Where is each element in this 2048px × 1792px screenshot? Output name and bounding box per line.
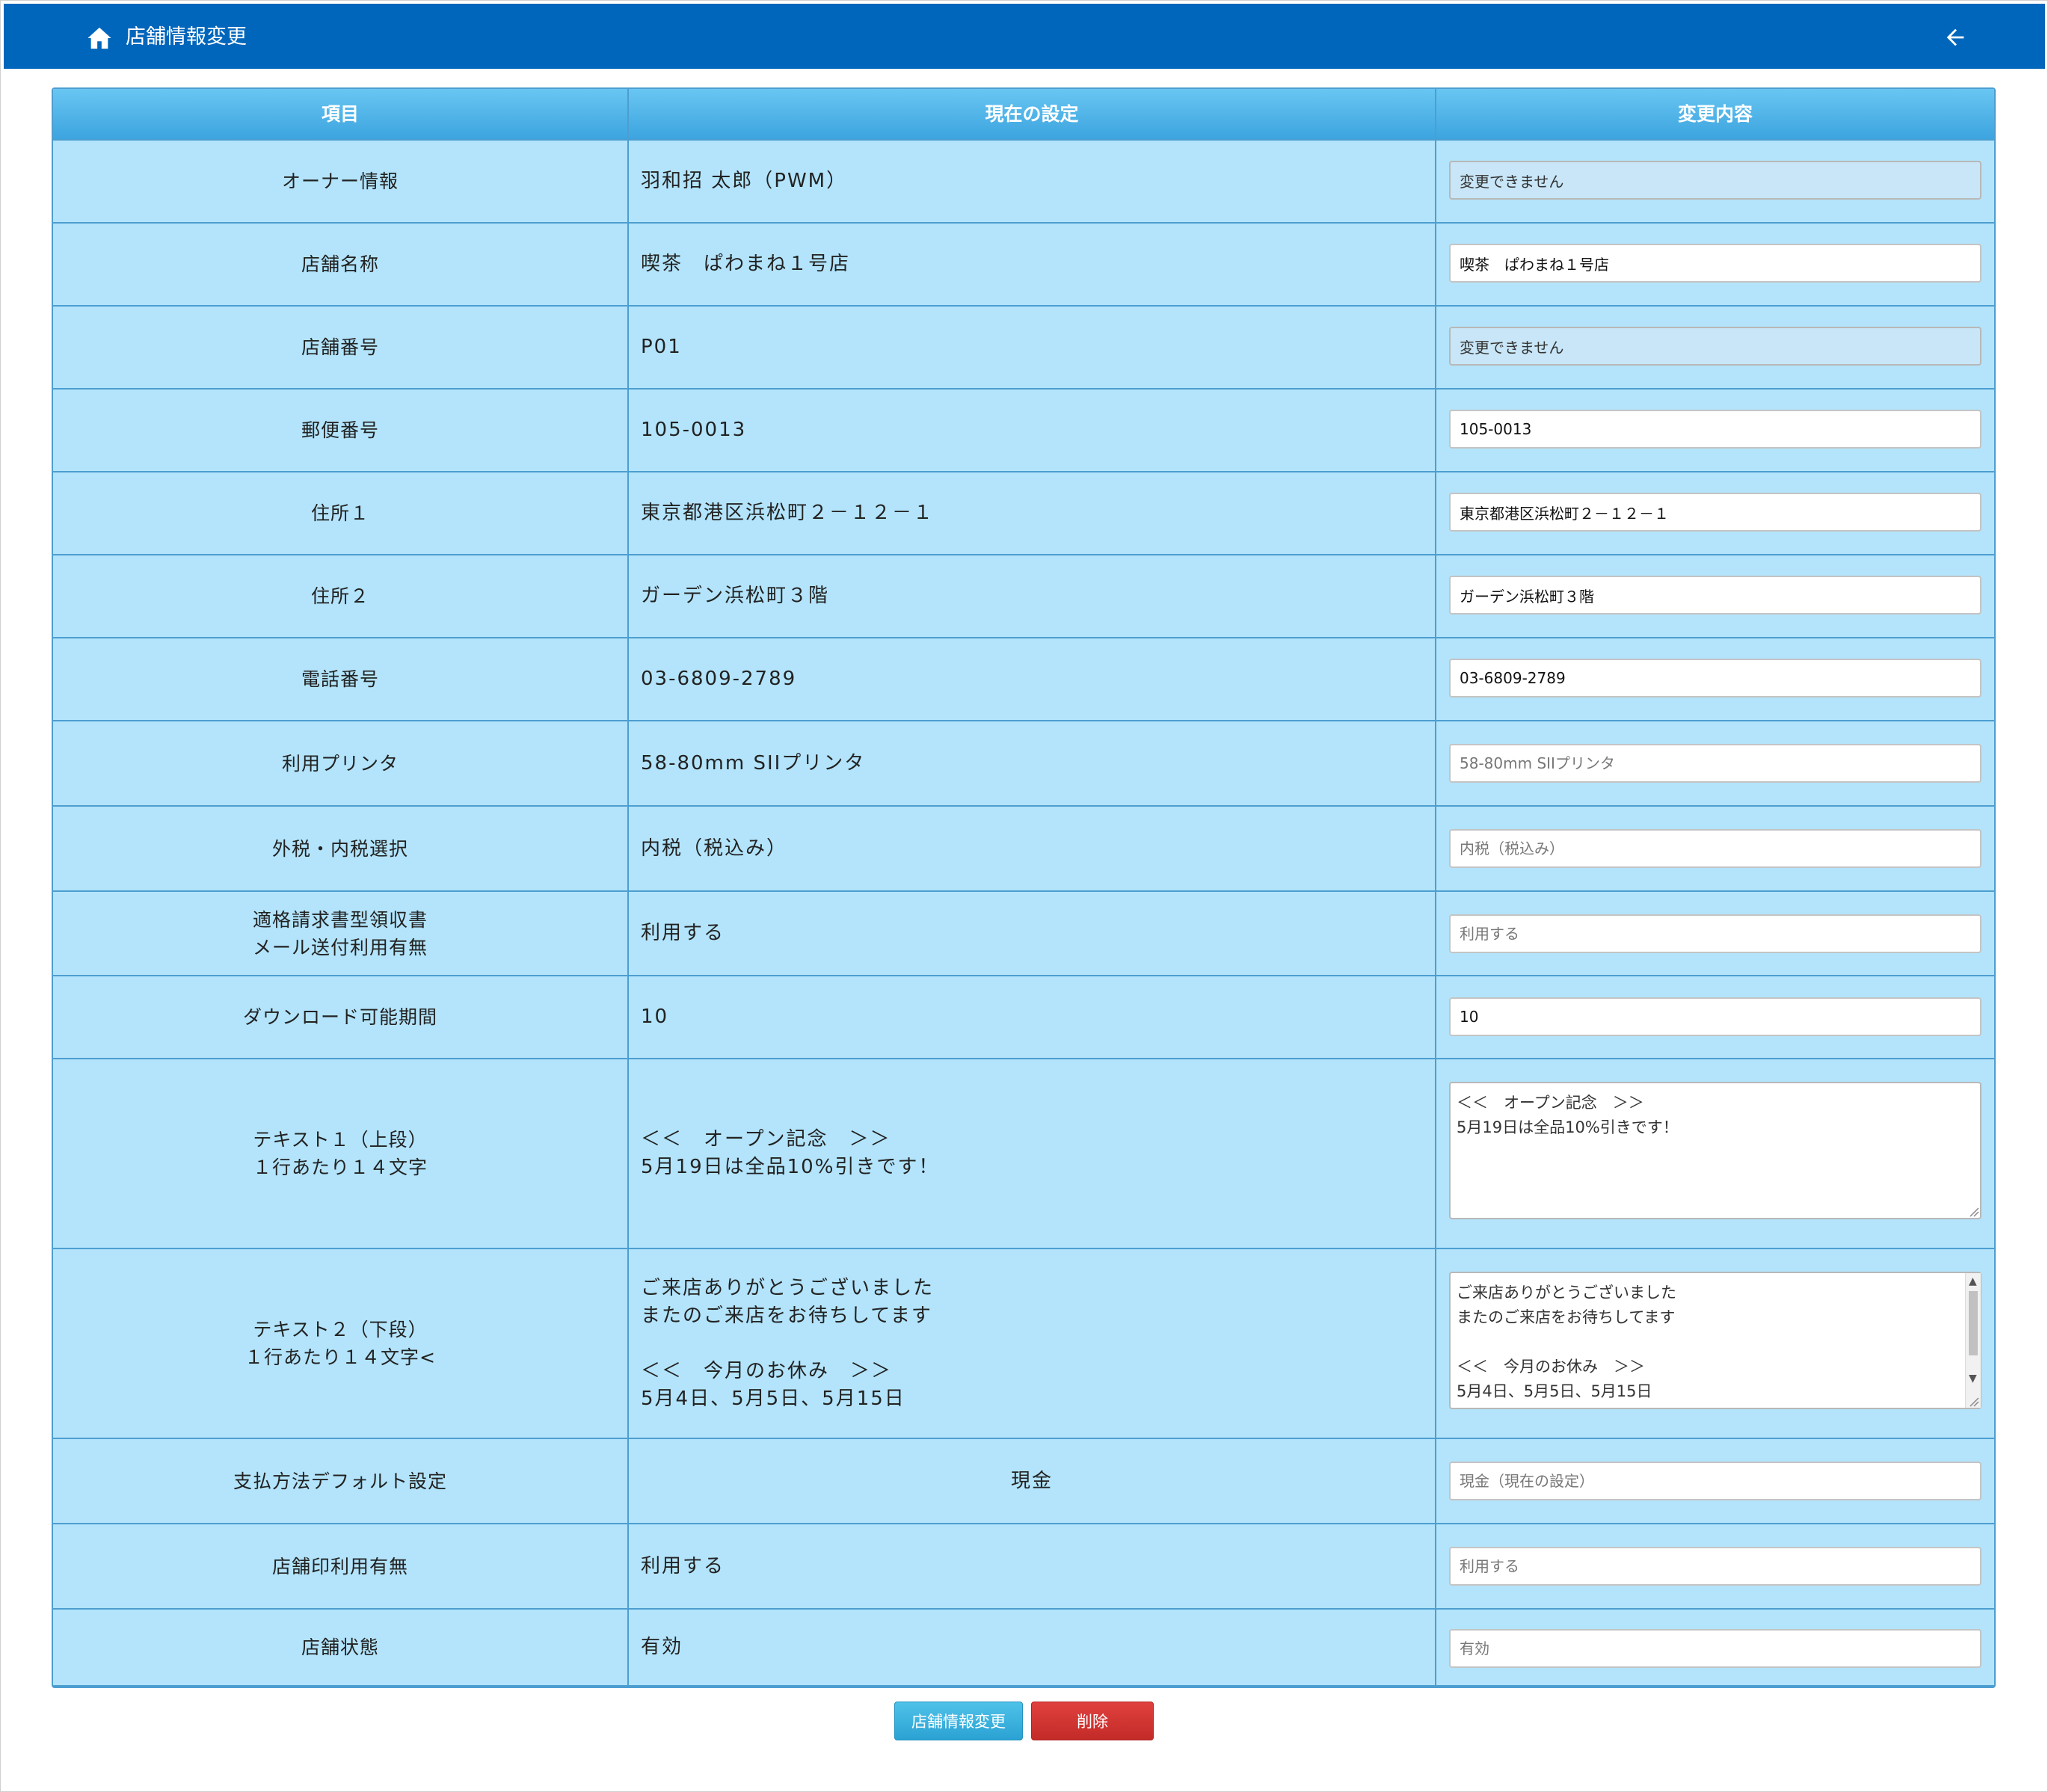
store-settings-table: 項目 現在の設定 変更内容 オーナー情報 羽和招 太郎（PWM） 店舗名称 喫茶…	[52, 87, 1996, 1688]
column-header-current: 現在の設定	[985, 103, 1079, 125]
row-current-value: 喫茶 ぱわまね１号店	[641, 253, 851, 275]
row-label: 店舗状態	[301, 1636, 379, 1658]
table-row: オーナー情報 羽和招 太郎（PWM）	[53, 141, 1994, 224]
address1-input[interactable]	[1449, 493, 1981, 532]
row-current-value: 利用する	[641, 1554, 725, 1577]
scrollbar-thumb[interactable]	[1969, 1291, 1978, 1355]
store-status-select[interactable]	[1449, 1629, 1981, 1668]
scroll-down-icon[interactable]: ▼	[1969, 1373, 1977, 1384]
row-label: 利用プリンタ	[281, 752, 399, 775]
address2-input[interactable]	[1449, 576, 1981, 615]
row-current-value: 10	[641, 1006, 669, 1028]
receipt-mail-select[interactable]	[1449, 914, 1981, 953]
table-row: テキスト１（上段） １行あたり１４文字 ＜＜ オープン記念 ＞＞ 5月19日は全…	[53, 1059, 1994, 1249]
text1-textarea[interactable]: ＜＜ オープン記念 ＞＞ 5月19日は全品10%引きです！	[1449, 1082, 1981, 1219]
postal-code-input[interactable]	[1449, 410, 1981, 449]
textarea-scrollbar[interactable]: ▲ ▼	[1965, 1273, 1981, 1408]
table-row: 外税・内税選択 内税（税込み）	[53, 807, 1994, 892]
column-header-change: 変更内容	[1677, 103, 1753, 125]
table-header: 項目 現在の設定 変更内容	[53, 89, 1994, 141]
row-label: 住所２	[310, 585, 369, 607]
row-current-value: ご来店ありがとうございました またのご来店をお待ちしてます ＜＜ 今月のお休み …	[641, 1276, 935, 1410]
row-current-value: 58-80mm SIIプリンタ	[641, 751, 866, 775]
table-row: 利用プリンタ 58-80mm SIIプリンタ	[53, 721, 1994, 807]
table-row: 支払方法デフォルト設定 現金	[53, 1439, 1994, 1524]
phone-input[interactable]	[1449, 659, 1981, 698]
payment-default-select[interactable]	[1449, 1462, 1981, 1500]
table-row: 店舗番号 P01	[53, 307, 1994, 390]
store-number-input	[1449, 327, 1981, 366]
store-name-input[interactable]	[1449, 244, 1981, 283]
row-label: オーナー情報	[281, 170, 399, 192]
scroll-up-icon[interactable]: ▲	[1969, 1276, 1977, 1287]
table-row: ダウンロード可能期間 10	[53, 976, 1994, 1059]
column-header-item: 項目	[321, 103, 359, 125]
printer-select[interactable]	[1449, 744, 1981, 783]
row-label: 店舗名称	[301, 253, 379, 275]
row-label: 電話番号	[301, 668, 379, 690]
column-divider	[1435, 89, 1436, 1687]
page-title: 店舗情報変更	[126, 25, 247, 49]
row-current-value: ガーデン浜松町３階	[641, 585, 830, 607]
row-label: 住所１	[310, 502, 369, 524]
update-store-button[interactable]: 店舗情報変更	[894, 1702, 1023, 1740]
row-current-value: 内税（税込み）	[641, 837, 788, 860]
row-label: ダウンロード可能期間	[242, 1006, 437, 1028]
store-seal-select[interactable]	[1449, 1547, 1981, 1586]
arrow-left-icon[interactable]	[1943, 25, 1968, 50]
row-current-value: 利用する	[641, 922, 725, 944]
row-current-value: 現金	[1010, 1469, 1053, 1492]
row-label: テキスト２（下段） １行あたり１４文字<	[245, 1319, 436, 1368]
row-current-value: 羽和招 太郎（PWM）	[641, 170, 848, 192]
home-icon[interactable]	[86, 25, 113, 51]
column-divider	[627, 89, 629, 1687]
table-row: 住所１ 東京都港区浜松町２－１２－１	[53, 472, 1994, 555]
row-current-value: 有効	[641, 1636, 683, 1658]
delete-button[interactable]: 削除	[1031, 1702, 1154, 1740]
top-header-bar: 店舗情報変更	[4, 4, 2045, 69]
table-row: 店舗印利用有無 利用する	[53, 1524, 1994, 1610]
table-row: テキスト２（下段） １行あたり１４文字< ご来店ありがとうございました またのご…	[53, 1249, 1994, 1439]
owner-input	[1449, 161, 1981, 200]
table-row: 適格請求書型領収書 メール送付利用有無 利用する	[53, 892, 1994, 976]
tax-mode-select[interactable]	[1449, 829, 1981, 868]
row-label: 郵便番号	[301, 419, 379, 441]
table-row: 住所２ ガーデン浜松町３階	[53, 555, 1994, 638]
row-label: 支払方法デフォルト設定	[233, 1470, 447, 1492]
row-current-value: 105-0013	[641, 419, 747, 441]
download-period-input[interactable]	[1449, 997, 1981, 1036]
table-row: 郵便番号 105-0013	[53, 390, 1994, 472]
row-current-value: 東京都港区浜松町２－１２－１	[641, 502, 935, 524]
resize-grip-icon[interactable]	[1969, 1397, 1979, 1407]
row-current-value: 03-6809-2789	[641, 668, 797, 690]
row-label: 外税・内税選択	[271, 837, 408, 860]
row-label: テキスト１（上段） １行あたり１４文字	[252, 1129, 428, 1178]
table-row: 店舗状態 有効	[53, 1610, 1994, 1687]
table-row: 電話番号 03-6809-2789	[53, 638, 1994, 721]
row-label: 店舗印利用有無	[271, 1555, 408, 1577]
row-current-value: ＜＜ オープン記念 ＞＞ 5月19日は全品10%引きです！	[641, 1128, 940, 1178]
row-current-value: P01	[641, 336, 682, 358]
text2-textarea[interactable]: ご来店ありがとうございました またのご来店をお待ちしてます ＜＜ 今月のお休み …	[1449, 1272, 1981, 1409]
resize-grip-icon[interactable]	[1969, 1207, 1979, 1217]
row-label: 適格請求書型領収書 メール送付利用有無	[252, 908, 428, 958]
table-row: 店舗名称 喫茶 ぱわまね１号店	[53, 224, 1994, 307]
row-label: 店舗番号	[301, 336, 379, 358]
